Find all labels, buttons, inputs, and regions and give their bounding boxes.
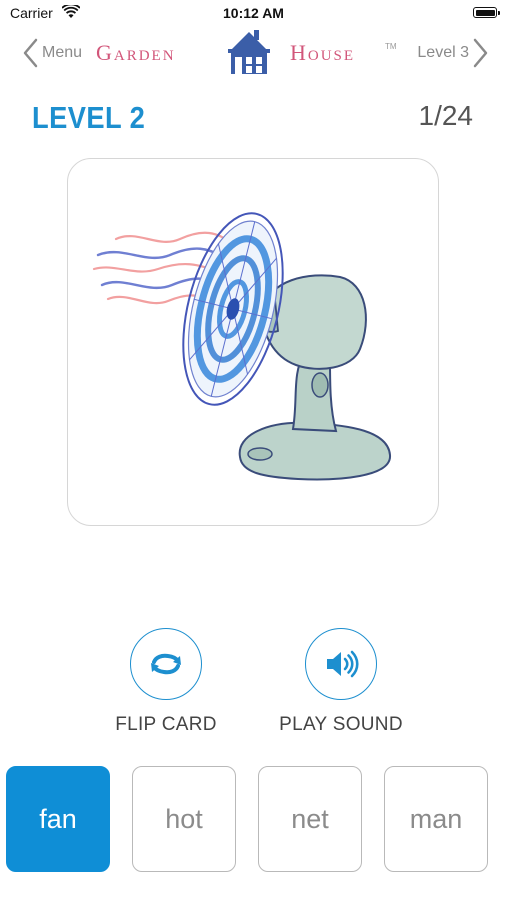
play-sound-button[interactable]: PLAY SOUND <box>271 628 411 738</box>
electric-fan-illustration <box>92 212 392 481</box>
menu-back-button[interactable]: Menu <box>22 36 82 70</box>
trademark-mark: TM <box>385 42 397 51</box>
flip-arrows-icon <box>151 653 181 675</box>
play-sound-label: PLAY SOUND <box>279 714 403 735</box>
battery-icon <box>473 7 500 18</box>
flash-card[interactable] <box>67 158 439 526</box>
answer-choices: fan hot net man <box>6 766 501 872</box>
brand-house: House <box>290 40 356 65</box>
speaker-icon <box>327 650 359 678</box>
menu-label: Menu <box>42 44 83 61</box>
flip-card-circle[interactable] <box>130 628 202 700</box>
card-counter: 1/24 <box>418 100 474 131</box>
house-logo-icon <box>228 30 270 74</box>
next-level-label: Level 3 <box>417 44 469 61</box>
choice-hot[interactable]: hot <box>132 766 236 872</box>
brand-garden: Garden <box>96 40 176 65</box>
flip-card-label: FLIP CARD <box>115 714 217 735</box>
play-sound-circle[interactable] <box>305 628 377 700</box>
nav-bar: Menu Garden House TM Level 3 <box>0 28 507 78</box>
status-bar: Carrier 10:12 AM <box>0 0 507 28</box>
choice-man[interactable]: man <box>384 766 488 872</box>
clock: 10:12 AM <box>223 5 284 21</box>
flip-card-button[interactable]: FLIP CARD <box>96 628 236 738</box>
level-title: LEVEL 2 <box>32 100 146 135</box>
chevron-right-icon <box>473 38 488 68</box>
choice-net[interactable]: net <box>258 766 362 872</box>
choice-fan[interactable]: fan <box>6 766 110 872</box>
next-level-button[interactable]: Level 3 <box>417 36 489 70</box>
chevron-left-icon <box>23 38 38 68</box>
